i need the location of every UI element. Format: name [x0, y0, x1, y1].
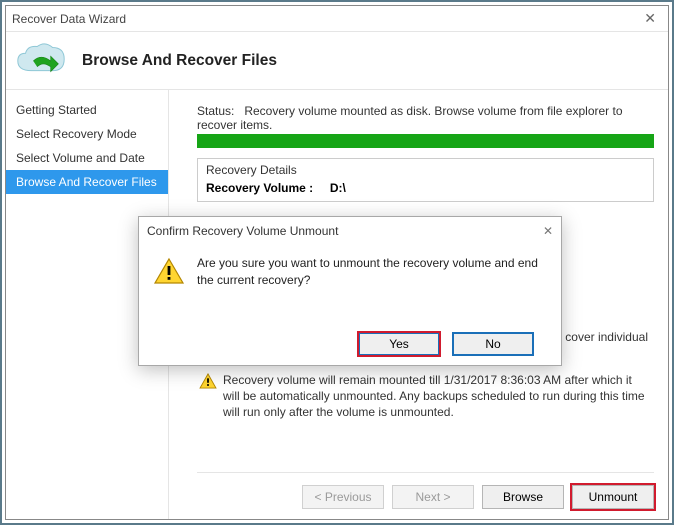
sidebar-item-browse-recover[interactable]: Browse And Recover Files — [6, 170, 168, 194]
wizard-window: Recover Data Wizard ✕ Browse And Recover… — [5, 5, 669, 520]
sidebar-item-volume-date[interactable]: Select Volume and Date — [6, 146, 168, 170]
unmount-button[interactable]: Unmount — [572, 485, 654, 509]
sidebar-item-recovery-mode[interactable]: Select Recovery Mode — [6, 122, 168, 146]
next-button: Next > — [392, 485, 474, 509]
window-title: Recover Data Wizard — [12, 12, 638, 26]
wizard-button-bar: < Previous Next > Browse Unmount — [197, 472, 654, 509]
progress-bar — [197, 134, 654, 148]
recovery-volume-label: Recovery Volume : — [206, 181, 313, 195]
page-heading: Browse And Recover Files — [82, 52, 277, 70]
recovery-details-group: Recovery Details Recovery Volume : D:\ — [197, 158, 654, 202]
warning-triangle-icon — [153, 257, 185, 285]
mount-warning: Recovery volume will remain mounted till… — [199, 372, 650, 421]
close-icon[interactable]: ✕ — [638, 10, 662, 27]
confirm-unmount-dialog: Confirm Recovery Volume Unmount ✕ Are yo… — [138, 216, 562, 366]
recovery-volume-value: D:\ — [330, 181, 346, 195]
dialog-title: Confirm Recovery Volume Unmount — [147, 224, 543, 238]
warning-triangle-icon — [199, 373, 217, 389]
status-text: Recovery volume mounted as disk. Browse … — [197, 104, 623, 132]
browse-button[interactable]: Browse — [482, 485, 564, 509]
status-label: Status: — [197, 104, 241, 118]
mount-warning-text: Recovery volume will remain mounted till… — [223, 372, 650, 421]
dialog-titlebar: Confirm Recovery Volume Unmount ✕ — [139, 217, 561, 245]
partial-text: cover individual — [565, 330, 648, 344]
recovery-details-legend: Recovery Details — [206, 163, 645, 177]
cloud-restore-icon — [12, 41, 70, 81]
wizard-header: Browse And Recover Files — [6, 32, 668, 90]
title-bar: Recover Data Wizard ✕ — [6, 6, 668, 32]
previous-button: < Previous — [302, 485, 384, 509]
sidebar-item-getting-started[interactable]: Getting Started — [6, 98, 168, 122]
status-row: Status: Recovery volume mounted as disk.… — [197, 104, 654, 132]
dialog-message: Are you sure you want to unmount the rec… — [197, 255, 547, 323]
dialog-yes-button[interactable]: Yes — [359, 333, 439, 355]
dialog-close-icon[interactable]: ✕ — [543, 224, 553, 238]
dialog-no-button[interactable]: No — [453, 333, 533, 355]
